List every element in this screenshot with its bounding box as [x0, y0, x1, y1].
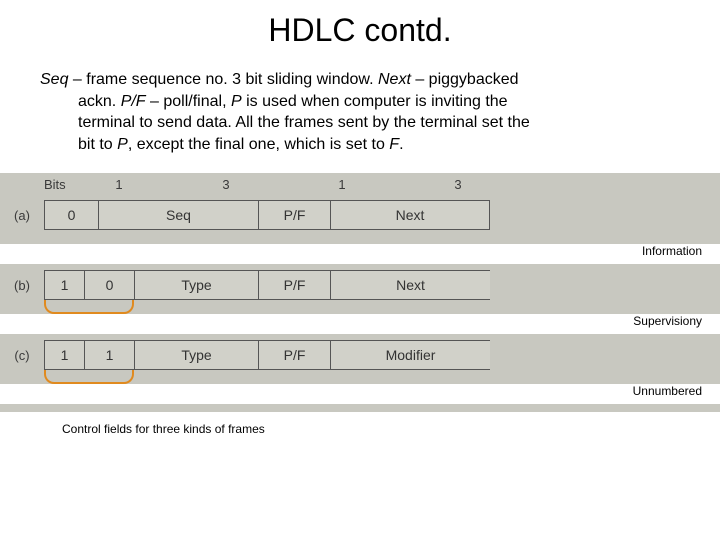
diagram-caption: Control fields for three kinds of frames	[0, 412, 720, 436]
text: ackn.	[78, 93, 121, 110]
brace-icon	[44, 370, 134, 384]
text: bit to	[78, 136, 117, 153]
bits-header: Bits 1 3 1 3	[0, 177, 720, 194]
side-label-supervisory: Supervisiony	[633, 314, 702, 328]
side-label-unnumbered: Unnumbered	[633, 384, 702, 398]
row-b: (b) 1 0 Type P/F Next	[0, 270, 720, 300]
strip-c: Unnumbered	[0, 384, 720, 404]
frame-diagram: Bits 1 3 1 3 (a) 0 Seq P/F Next Informat…	[0, 173, 720, 412]
row-b-label: (b)	[0, 278, 44, 293]
row-c-label: (c)	[0, 348, 44, 363]
side-label-information: Information	[642, 244, 702, 258]
row-a-field-1: 0	[44, 200, 98, 230]
row-b-field-next: Next	[330, 270, 490, 300]
strip-b: Supervisiony	[0, 314, 720, 334]
row-b-field-pf: P/F	[258, 270, 330, 300]
row-a-field-pf: P/F	[258, 200, 330, 230]
text: – piggybacked	[411, 71, 519, 88]
text: .	[399, 136, 403, 153]
row-b-field-type: Type	[134, 270, 258, 300]
row-b-field-1: 1	[44, 270, 84, 300]
text: is used when computer is inviting the	[242, 93, 508, 110]
text: terminal to send data. All the frames se…	[40, 112, 680, 134]
p-term: P	[117, 136, 128, 153]
row-a-field-next: Next	[330, 200, 490, 230]
row-c-field-type: Type	[134, 340, 258, 370]
next-term: Next	[378, 71, 411, 88]
row-c-field-pf: P/F	[258, 340, 330, 370]
row-c-field-1b: 1	[84, 340, 134, 370]
f-term: F	[389, 136, 399, 153]
row-c-field-modifier: Modifier	[330, 340, 490, 370]
text: – frame sequence no. 3 bit sliding windo…	[68, 71, 378, 88]
pf-term: P/F	[121, 93, 146, 110]
text: , except the final one, which is set to	[128, 136, 389, 153]
brace-icon	[44, 300, 134, 314]
row-c-field-1: 1	[44, 340, 84, 370]
bits-col-2: 3	[146, 177, 306, 192]
bits-col-1: 1	[92, 177, 146, 192]
p-term: P	[231, 93, 242, 110]
text: – poll/final,	[146, 93, 231, 110]
bits-col-3: 1	[306, 177, 378, 192]
row-a: (a) 0 Seq P/F Next	[0, 200, 720, 230]
seq-term: Seq	[40, 71, 68, 88]
row-a-label: (a)	[0, 208, 44, 223]
strip-a: Information	[0, 244, 720, 264]
row-c: (c) 1 1 Type P/F Modifier	[0, 340, 720, 370]
page-title: HDLC contd.	[0, 0, 720, 69]
bits-col-4: 3	[378, 177, 538, 192]
description-paragraph: Seq – frame sequence no. 3 bit sliding w…	[0, 69, 720, 155]
row-a-field-seq: Seq	[98, 200, 258, 230]
row-b-field-1b: 0	[84, 270, 134, 300]
bits-label: Bits	[44, 177, 92, 192]
